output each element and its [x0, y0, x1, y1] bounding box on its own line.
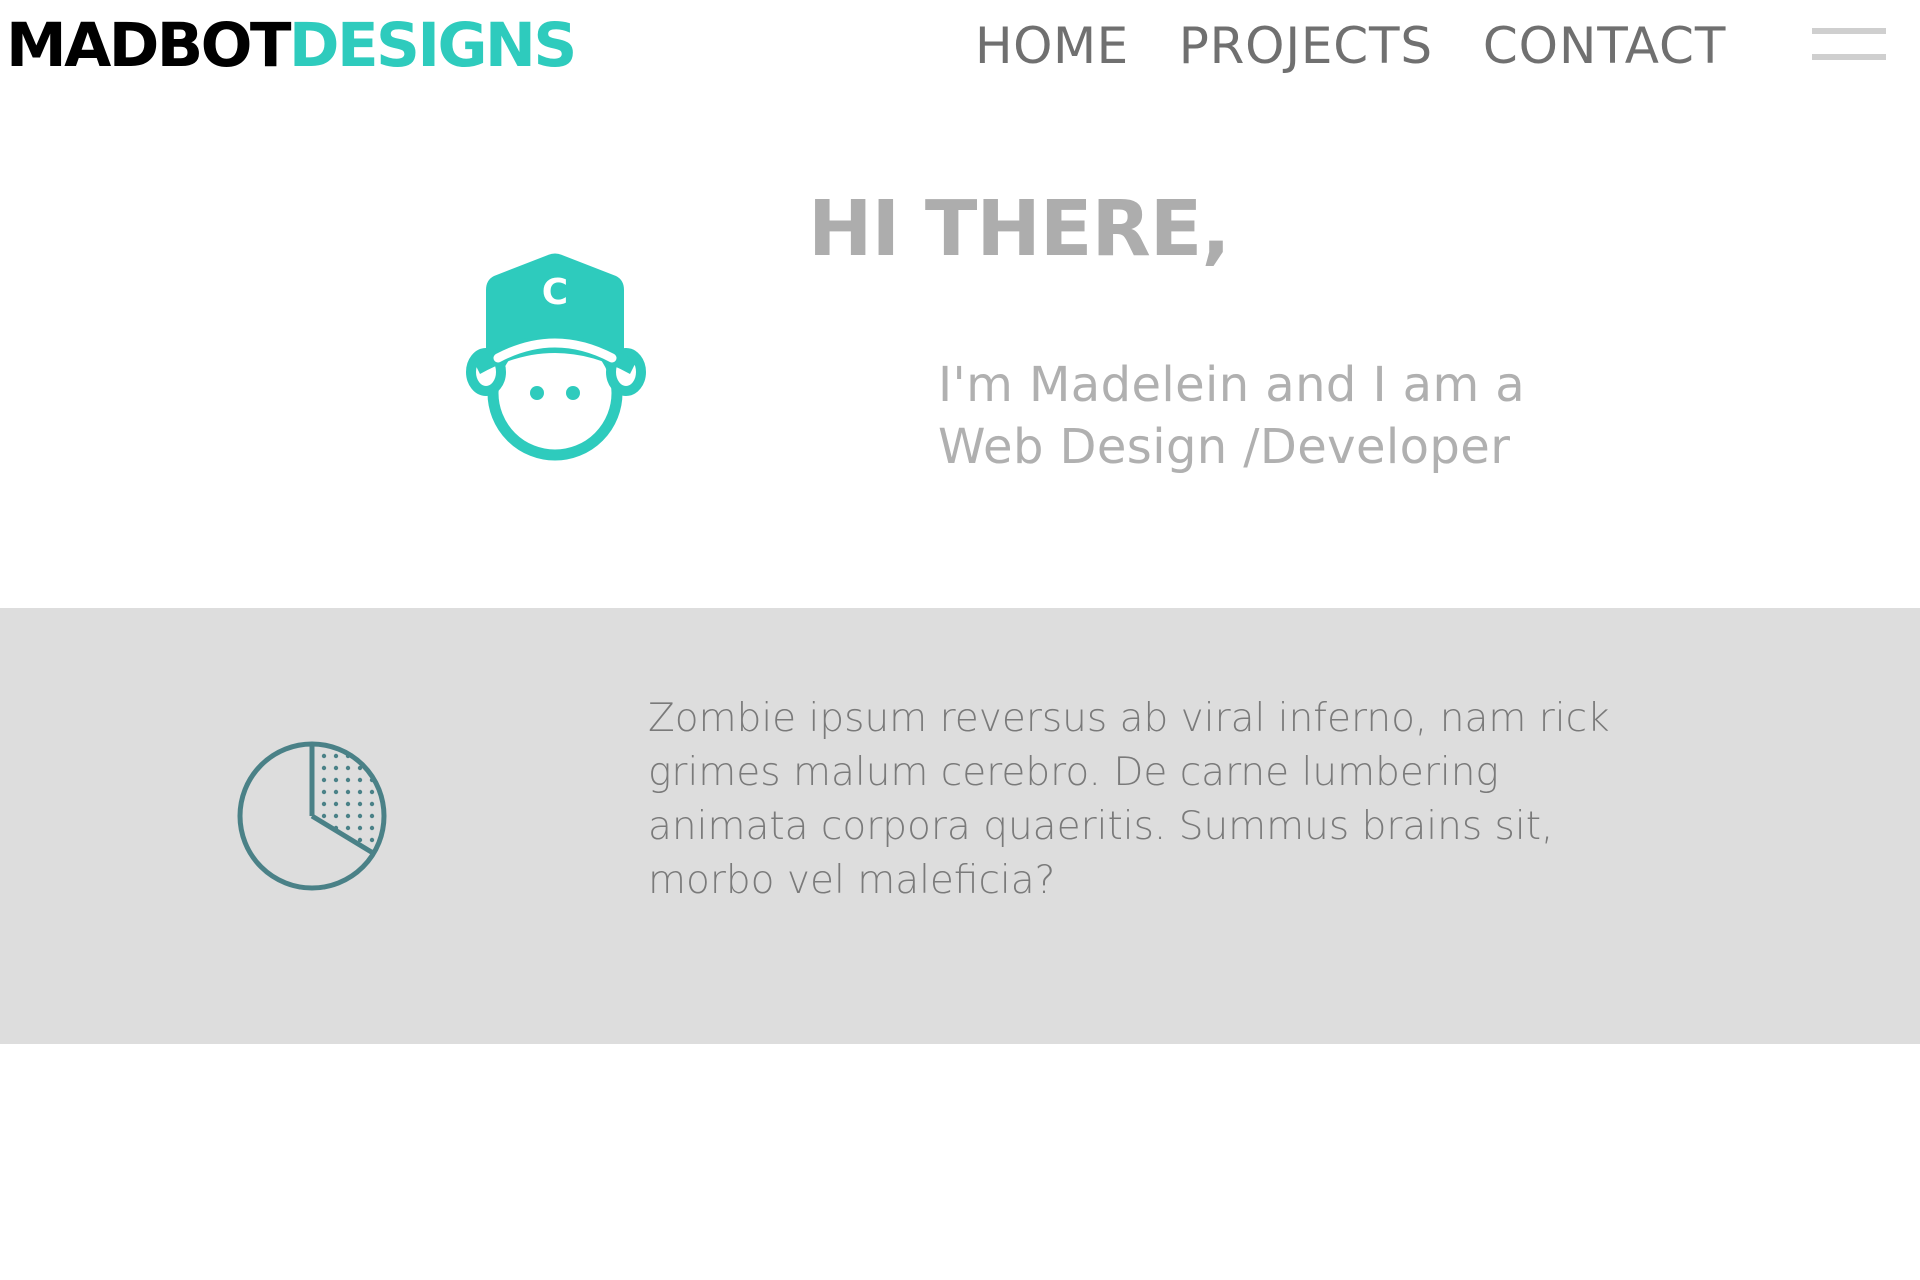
nav-link-projects[interactable]: PROJECTS — [1179, 14, 1433, 78]
logo-part-madbot: MADBOT — [6, 10, 292, 81]
avatar-icon: C — [460, 250, 660, 475]
hero-subtitle: I'm Madelein and I am a Web Design /Deve… — [938, 354, 1638, 478]
about-text-line: grimes malum cerebro. De carne lumbering — [648, 750, 1499, 795]
about-text-line: animata corpora quaeritis. Summus brains… — [648, 804, 1554, 849]
hamburger-line — [1812, 28, 1886, 34]
pie-chart-icon — [236, 740, 388, 892]
boy-with-cap-icon: C — [466, 253, 646, 461]
page: MADBOTDESIGNS HOME PROJECTS CONTACT HI T… — [0, 0, 1920, 1280]
about-text-line: morbo vel maleficia? — [648, 858, 1056, 903]
hero-subtitle-line: I'm Madelein and I am a — [938, 357, 1526, 413]
hero-subtitle-line: Web Design /Developer — [938, 419, 1511, 475]
about-text: Zombie ipsum reversus ab viral inferno, … — [648, 692, 1648, 908]
site-logo[interactable]: MADBOTDESIGNS — [6, 6, 577, 86]
cap-letter: C — [542, 272, 568, 313]
logo-part-designs: DESIGNS — [288, 10, 577, 81]
nav-link-contact[interactable]: CONTACT — [1483, 14, 1726, 78]
nav-link-home[interactable]: HOME — [975, 14, 1129, 78]
main-nav: HOME PROJECTS CONTACT — [975, 14, 1776, 78]
site-header: MADBOTDESIGNS HOME PROJECTS CONTACT — [0, 0, 1920, 95]
about-text-line: Zombie ipsum reversus ab viral inferno, … — [648, 696, 1610, 741]
hero-title: HI THERE, — [808, 185, 1231, 274]
hamburger-menu-icon[interactable] — [1812, 24, 1886, 64]
pie-chart-graphic — [237, 741, 387, 891]
hamburger-line — [1812, 54, 1886, 60]
